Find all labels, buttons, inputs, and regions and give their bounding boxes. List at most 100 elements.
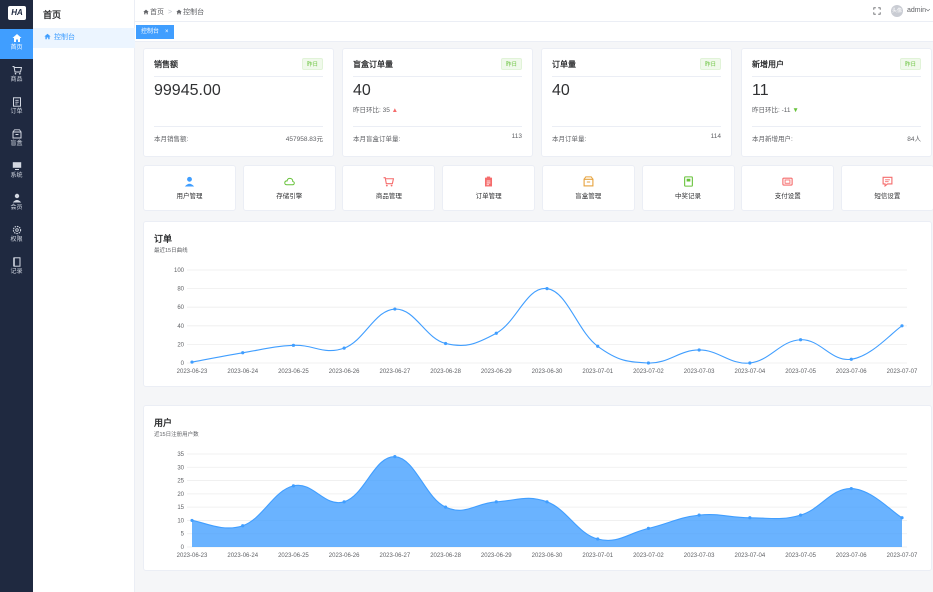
shortcut-tile[interactable]: 存储引擎 [242,165,336,211]
stat-footer-value: 84人 [907,136,921,143]
x-tick-label: 2023-07-03 [684,369,715,375]
rail-item[interactable]: 会员 [0,189,33,219]
chevron-down-icon[interactable] [925,7,931,13]
rail-item[interactable]: 记录 [0,253,33,283]
top-bar: 首页 > 控制台 头像 admin [135,0,933,22]
x-tick-label: 2023-06-29 [481,553,512,559]
x-tick-label: 2023-07-06 [836,553,867,559]
stat-value: 40 [353,82,371,99]
data-point [646,361,651,365]
y-tick-label: 20 [177,342,184,348]
shortcut-label: 短信设置 [874,193,901,200]
x-tick-label: 2023-06-28 [430,553,461,559]
data-point [342,346,346,350]
data-point [596,537,600,541]
y-tick-label: 10 [177,518,184,524]
shortcut-tile[interactable]: 中奖记录 [641,165,735,211]
y-tick-label: 80 [177,287,184,293]
data-point [849,357,853,361]
cart-icon [383,177,395,187]
rail-item[interactable]: 首页 [0,29,33,59]
trend-down-icon: ▼ [792,107,799,114]
data-point [545,500,549,504]
data-point [748,516,752,520]
breadcrumb-home[interactable]: 首页 [150,9,164,16]
x-tick-label: 2023-06-25 [278,369,309,375]
data-point [342,500,346,504]
data-point [646,526,651,530]
stat-footer-label: 本月订单量: [552,136,587,143]
x-tick-label: 2023-06-24 [227,553,258,559]
close-icon[interactable]: × [165,29,169,35]
rail-item-label: 权限 [10,237,23,243]
shortcut-tile[interactable]: 短信设置 [840,165,933,211]
home-icon [12,34,21,42]
y-tick-label: 40 [177,324,184,330]
y-tick-label: 20 [177,492,184,498]
rail-item[interactable]: 订单 [0,93,33,123]
data-point [190,360,194,364]
stat-card: 新增用户 昨日 11 昨日环比: -11 ▼ 本月新增用户: 84人 [741,48,932,157]
x-tick-label: 2023-07-02 [633,553,664,559]
stat-title: 销售额 [154,60,178,69]
data-point [393,307,397,311]
y-tick-label: 35 [177,452,184,458]
stat-title: 新增用户 [752,60,784,69]
y-tick-label: 15 [177,505,184,511]
tags-bar: 控制台 × [135,22,933,42]
data-point [900,516,904,520]
data-point [494,500,498,504]
rail-item[interactable]: 权限 [0,221,33,251]
clipboard-icon [485,176,493,187]
stat-compare: 昨日环比: -11 ▼ [752,107,799,114]
x-tick-label: 2023-06-23 [177,369,208,375]
y-tick-label: 60 [177,305,184,311]
user-icon [184,176,195,187]
rail-item[interactable]: 盲盒 [0,125,33,155]
y-tick-label: 5 [181,532,185,538]
shortcut-tile[interactable]: 用户管理 [143,165,236,211]
x-tick-label: 2023-06-24 [227,369,258,375]
data-point [443,341,448,346]
book-icon [683,176,693,187]
money-icon [782,177,793,186]
secondary-menu: 首页 控制台 [33,0,135,592]
stat-card: 销售额 昨日 99945.00 本月销售额: 457958.83元 [143,48,334,157]
stat-card: 盲盒订单量 昨日 40 昨日环比: 35 ▲ 本月盲盒订单量: 113 [342,48,533,157]
avatar[interactable]: 头像 [891,5,903,17]
shortcut-tile[interactable]: 商品管理 [342,165,436,211]
x-tick-label: 2023-06-27 [380,553,411,559]
stat-compare: 昨日环比: 35 ▲ [353,107,399,114]
cloud-icon [283,177,295,186]
data-point [697,513,701,517]
stat-value: 99945.00 [154,82,221,99]
x-tick-label: 2023-07-07 [887,369,918,375]
data-point [494,331,498,335]
user-name[interactable]: admin [907,7,926,14]
rail-item[interactable]: 商品 [0,61,33,91]
x-tick-label: 2023-07-03 [684,553,715,559]
side-rail: HA 首页 商品 订单 盲盒 系统 会员 权限 记录 [0,0,33,592]
data-point [291,343,296,347]
shortcut-tile[interactable]: 订单管理 [442,165,536,211]
stat-footer-value: 113 [511,133,522,140]
breadcrumb-separator: > [168,9,173,16]
tab-dashboard[interactable]: 控制台 × [136,25,174,39]
period-badge: 昨日 [301,58,323,70]
x-tick-label: 2023-06-28 [430,369,461,375]
shortcut-tile[interactable]: 支付设置 [741,165,835,211]
monitor-icon [12,162,21,170]
stat-value: 40 [552,82,570,99]
x-tick-label: 2023-06-30 [532,369,563,375]
y-tick-label: 0 [181,545,185,551]
rail-item[interactable]: 系统 [0,157,33,187]
y-tick-label: 25 [177,479,184,485]
stat-footer-value: 114 [710,133,721,140]
fullscreen-icon[interactable] [873,7,881,15]
y-tick-label: 100 [174,268,185,274]
shortcut-tile[interactable]: 盲盒管理 [541,165,635,211]
menu-item-dashboard[interactable]: 控制台 [33,28,135,48]
menu-item-label: 控制台 [54,34,75,41]
data-point [190,518,194,523]
orders-line-chart: 0 20 40 60 80 100 2023-06-23 2023-06-24 2023-06-… [174,268,918,375]
